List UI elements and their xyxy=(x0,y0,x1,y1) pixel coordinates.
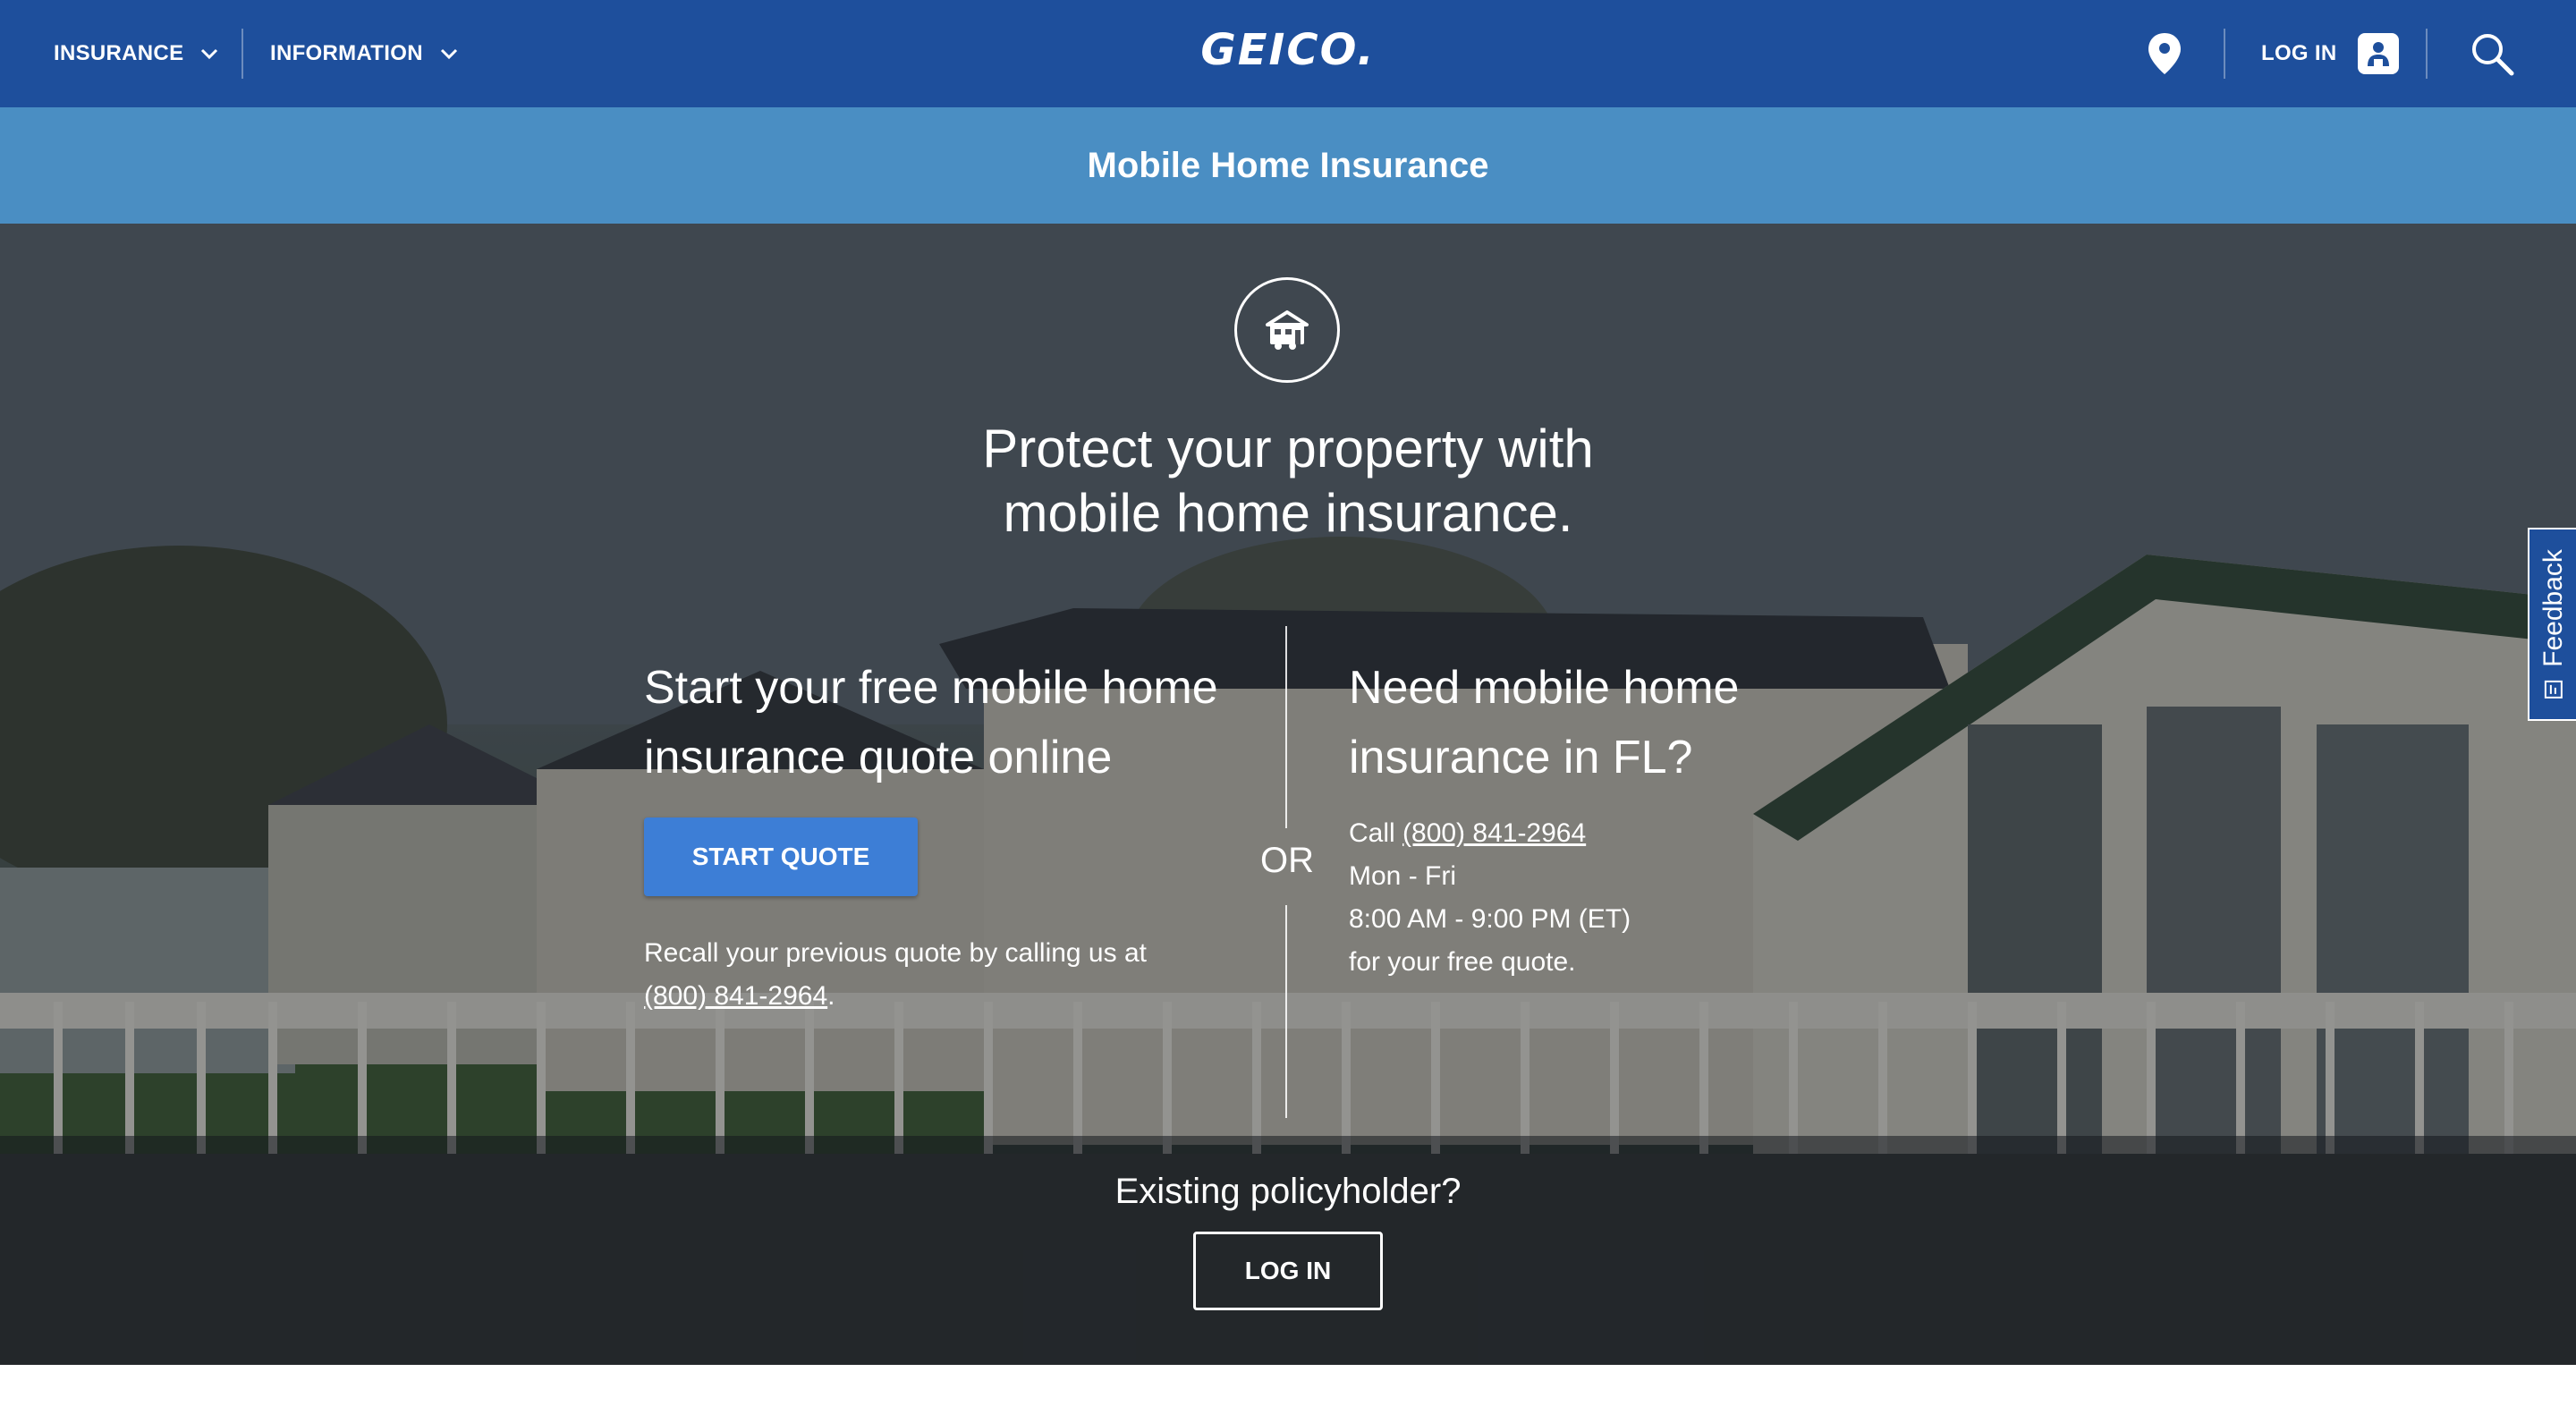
phone-days: Mon - Fri xyxy=(1349,861,1456,891)
feedback-icon xyxy=(2545,680,2563,699)
phone-hours: 8:00 AM - 9:00 PM (ET) xyxy=(1349,904,1631,934)
phone-quote-title: Need mobile home insurance in FL? xyxy=(1349,653,1850,792)
existing-policyholder-band: Existing policyholder? LOG IN xyxy=(0,1136,2576,1365)
recall-phone-link[interactable]: (800) 841-2964 xyxy=(644,981,827,1011)
page-title: Mobile Home Insurance xyxy=(1087,145,1489,185)
hero-section: Protect your property with mobile home i… xyxy=(0,224,2576,1365)
page-title-bar: Mobile Home Insurance xyxy=(0,107,2576,224)
search-icon xyxy=(2472,34,2514,76)
phone-suffix: for your free quote. xyxy=(1349,947,1576,977)
nav-login-label: LOG IN xyxy=(2261,41,2337,65)
recall-quote-label: Recall your previous quote by calling us… xyxy=(644,938,1147,968)
or-label: OR xyxy=(1260,841,1314,880)
or-divider-line-bottom xyxy=(1285,905,1287,1118)
policyholder-login-button[interactable]: LOG IN xyxy=(1193,1232,1383,1310)
location-button[interactable] xyxy=(2147,0,2182,107)
geico-logo[interactable]: GEICO. xyxy=(0,25,2576,75)
online-quote-section: Start your free mobile home insurance qu… xyxy=(644,653,1252,1018)
phone-quote-title-line2: insurance in FL? xyxy=(1349,732,1693,783)
phone-link[interactable]: (800) 841-2964 xyxy=(1402,818,1586,848)
phone-quote-info: Call (800) 841-2964 Mon - Fri 8:00 AM - … xyxy=(1349,812,1850,984)
mobile-home-icon xyxy=(1234,277,1340,383)
start-quote-button[interactable]: START QUOTE xyxy=(644,817,918,896)
hero-headline-line1: Protect your property with xyxy=(982,419,1594,479)
nav-divider xyxy=(2224,29,2225,79)
nav-divider xyxy=(2426,29,2428,79)
user-icon xyxy=(2358,33,2400,74)
online-quote-title-line1: Start your free mobile home xyxy=(644,662,1218,714)
location-pin-icon xyxy=(2148,33,2181,74)
recall-quote-text: Recall your previous quote by calling us… xyxy=(644,932,1252,1018)
phone-quote-section: Need mobile home insurance in FL? Call (… xyxy=(1349,653,1850,984)
search-button[interactable] xyxy=(2469,0,2515,107)
login-link[interactable]: LOG IN xyxy=(2261,0,2400,107)
hero-headline: Protect your property with mobile home i… xyxy=(0,417,2576,546)
online-quote-title: Start your free mobile home insurance qu… xyxy=(644,653,1252,792)
top-navigation-bar: INSURANCE INFORMATION GEICO. LOG IN xyxy=(0,0,2576,107)
or-divider-line-top xyxy=(1285,626,1287,828)
phone-quote-title-line1: Need mobile home xyxy=(1349,662,1740,714)
recall-suffix: . xyxy=(827,981,835,1011)
feedback-label: Feedback xyxy=(2538,549,2568,667)
feedback-tab[interactable]: Feedback xyxy=(2528,528,2576,721)
call-prefix: Call xyxy=(1349,818,1403,848)
existing-policyholder-question: Existing policyholder? xyxy=(1114,1172,1462,1211)
call-line: Call (800) 841-2964 xyxy=(1349,812,1850,855)
online-quote-title-line2: insurance quote online xyxy=(644,732,1113,783)
hero-headline-line2: mobile home insurance. xyxy=(1003,483,1573,543)
